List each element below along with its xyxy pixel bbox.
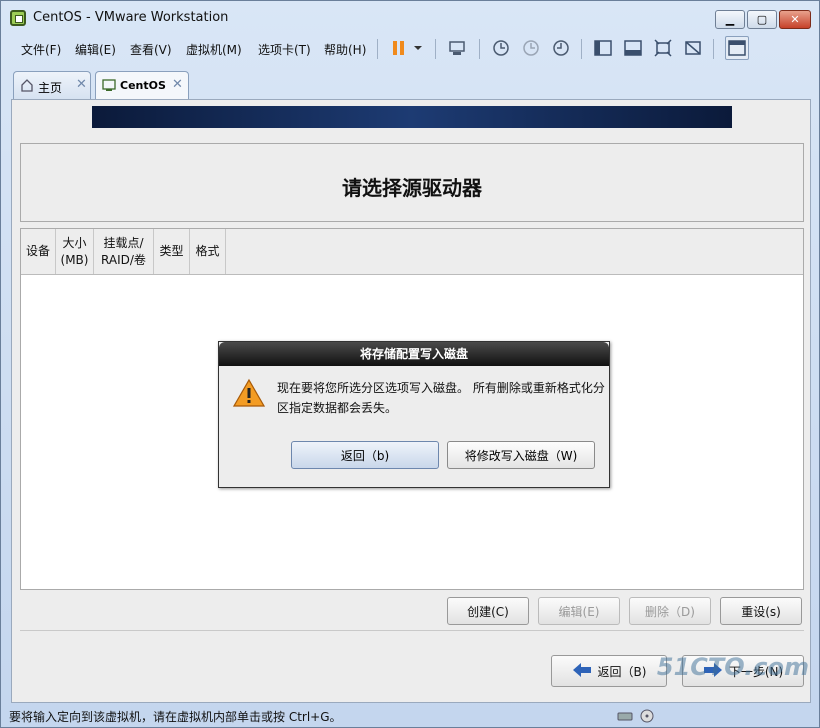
status-bar: 要将输入定向到该虚拟机，请在虚拟机内部单击或按 Ctrl+G。 <box>1 704 819 728</box>
write-changes-button[interactable]: 将修改写入磁盘（W) <box>447 441 595 469</box>
maximize-button[interactable]: ▢ <box>747 10 777 29</box>
watermark-logo: 51CTO.com <box>656 653 809 681</box>
window-title: CentOS - VMware Workstation <box>33 10 229 25</box>
tab-centos-label: CentOS <box>120 79 166 92</box>
home-icon <box>20 78 34 95</box>
toolbar-separator <box>435 39 436 59</box>
send-ctrl-alt-del-icon[interactable] <box>447 38 467 58</box>
menu-tabs[interactable]: 选项卡(T) <box>258 41 311 58</box>
menu-view[interactable]: 查看(V) <box>130 41 172 58</box>
menu-edit[interactable]: 编辑(E) <box>75 41 116 58</box>
chevron-down-icon[interactable] <box>411 38 425 58</box>
menu-vm[interactable]: 虚拟机(M) <box>186 41 242 58</box>
close-tab-icon[interactable]: ✕ <box>76 77 87 92</box>
tab-strip: 主页 ✕ CentOS ✕ <box>9 67 813 99</box>
tab-centos[interactable]: CentOS ✕ <box>95 71 189 99</box>
show-library-icon[interactable] <box>593 38 613 58</box>
close-window-button[interactable]: ✕ <box>779 10 811 29</box>
tab-home-label: 主页 <box>38 81 63 95</box>
menu-file[interactable]: 文件(F) <box>21 41 61 58</box>
snapshot-icon[interactable] <box>491 38 511 58</box>
console-view-icon[interactable] <box>725 36 749 60</box>
menu-help[interactable]: 帮助(H) <box>324 41 366 58</box>
minimize-button[interactable]: ▁ <box>715 10 745 29</box>
unity-icon[interactable] <box>683 38 703 58</box>
table-header: 设备 大小 (MB) 挂载点/ RAID/卷 类型 格式 <box>21 229 803 275</box>
tab-home[interactable]: 主页 ✕ <box>13 71 91 99</box>
vmware-app-icon <box>10 10 26 26</box>
write-to-disk-dialog: 将存储配置写入磁盘 现在要将您所选分区选项写入磁盘。 所有删除或重新格式化分区指… <box>218 341 610 488</box>
divider <box>20 630 804 631</box>
column-size[interactable]: 大小 (MB) <box>56 229 94 274</box>
title-bar: CentOS - VMware Workstation ▁ ▢ ✕ <box>1 1 819 33</box>
warning-icon <box>232 378 266 411</box>
revert-snapshot-icon[interactable] <box>521 38 541 58</box>
vm-icon <box>102 78 116 95</box>
column-format[interactable]: 格式 <box>190 229 226 274</box>
heading-panel: 请选择源驱动器 <box>20 143 804 222</box>
create-button[interactable]: 创建(C) <box>447 597 529 625</box>
full-screen-icon[interactable] <box>653 38 673 58</box>
back-button[interactable]: 返回（B) <box>551 655 667 687</box>
status-text: 要将输入定向到该虚拟机，请在虚拟机内部单击或按 Ctrl+G。 <box>9 710 342 724</box>
toolbar-separator <box>479 39 480 59</box>
snapshot-manager-icon[interactable] <box>551 38 571 58</box>
column-mount-point[interactable]: 挂载点/ RAID/卷 <box>94 229 154 274</box>
menu-bar: 文件(F) 编辑(E) 查看(V) 虚拟机(M) 选项卡(T) 帮助(H) <box>9 35 813 63</box>
toolbar-separator <box>713 39 714 59</box>
back-button-label: 返回（B) <box>597 664 647 679</box>
close-tab-icon[interactable]: ✕ <box>172 77 183 92</box>
toolbar-separator <box>377 39 378 59</box>
column-device[interactable]: 设备 <box>21 229 56 274</box>
column-type[interactable]: 类型 <box>154 229 190 274</box>
back-arrow-icon <box>572 662 592 681</box>
delete-button[interactable]: 删除（D) <box>629 597 711 625</box>
vmware-window: CentOS - VMware Workstation ▁ ▢ ✕ 文件(F) … <box>0 0 820 728</box>
dialog-message: 现在要将您所选分区选项写入磁盘。 所有删除或重新格式化分区指定数据都会丢失。 <box>277 381 605 415</box>
page-title: 请选择源驱动器 <box>342 176 482 200</box>
edit-button[interactable]: 编辑(E) <box>538 597 620 625</box>
thumbnail-bar-icon[interactable] <box>623 38 643 58</box>
hard-disk-icon[interactable] <box>617 708 633 727</box>
guest-screen[interactable]: 请选择源驱动器 设备 大小 (MB) 挂载点/ RAID/卷 类型 格式 创建(… <box>11 99 811 703</box>
cd-drive-icon[interactable] <box>639 708 655 727</box>
dialog-title: 将存储配置写入磁盘 <box>219 342 609 366</box>
toolbar-separator <box>581 39 582 59</box>
dialog-go-back-button[interactable]: 返回（b) <box>291 441 439 469</box>
pause-icon[interactable] <box>389 38 409 58</box>
reset-button[interactable]: 重设(s) <box>720 597 802 625</box>
installer-banner <box>92 106 732 128</box>
